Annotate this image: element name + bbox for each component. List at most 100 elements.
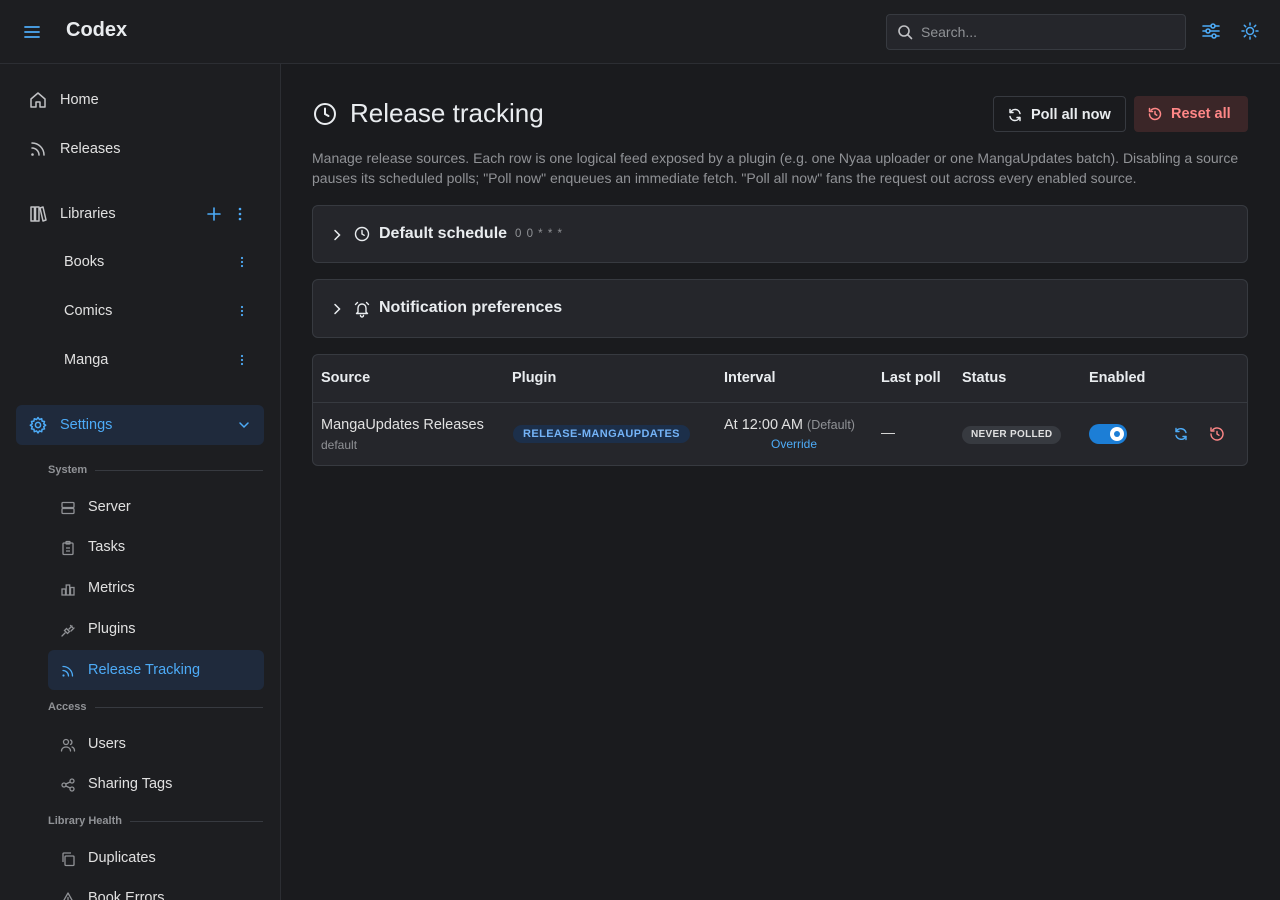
refresh-icon (1007, 107, 1023, 123)
nav-sharing-tags[interactable]: Sharing Tags (48, 764, 264, 804)
nav-server[interactable]: Server (48, 487, 264, 527)
interval-default: (Default) (807, 418, 855, 432)
notification-preferences-title: Notification preferences (379, 299, 563, 316)
search-icon (897, 24, 913, 40)
nav-settings[interactable]: Settings (16, 405, 264, 445)
default-schedule-cron: 0 0 * * * (515, 228, 563, 240)
plugin-badge: RELEASE-MANGAUPDATES (513, 425, 690, 443)
poll-all-label: Poll all now (1031, 107, 1111, 123)
divider (313, 402, 1247, 403)
toggle-knob (1110, 427, 1124, 441)
home-icon (28, 90, 48, 110)
copy-icon (60, 851, 76, 867)
nav-book-errors[interactable]: Book Errors (48, 878, 264, 900)
nav-sharing-tags-label: Sharing Tags (88, 776, 173, 792)
reset-all-label: Reset all (1171, 106, 1231, 122)
nav-book-errors-label: Book Errors (88, 890, 165, 900)
app-brand: Codex (66, 19, 128, 41)
nav-users[interactable]: Users (48, 724, 264, 764)
library-menu-icon[interactable] (234, 352, 250, 368)
menu-icon[interactable] (22, 22, 44, 42)
column-header-status: Status (962, 370, 1007, 386)
books-icon (28, 204, 48, 224)
history-icon (1147, 106, 1163, 122)
library-item-comics[interactable]: Comics (16, 291, 264, 331)
users-icon (60, 737, 76, 753)
main-content: Release tracking Poll all now Reset all … (281, 64, 1280, 900)
clock-icon (312, 101, 338, 127)
clock-icon (354, 226, 370, 242)
filters-icon[interactable] (1200, 20, 1224, 44)
interval-value: At 12:00 AM (Default) (724, 417, 855, 433)
rss-icon (60, 663, 76, 679)
section-label-system: System (48, 464, 88, 476)
poll-now-icon[interactable] (1172, 425, 1190, 443)
nav-metrics[interactable]: Metrics (48, 568, 264, 608)
default-schedule-panel[interactable]: Default schedule 0 0 * * * (312, 205, 1248, 263)
nav-plugins[interactable]: Plugins (48, 609, 264, 649)
nav-metrics-label: Metrics (88, 580, 135, 596)
default-schedule-title: Default schedule (379, 225, 508, 242)
section-label-access: Access (48, 701, 87, 713)
library-item-label: Manga (64, 352, 109, 368)
divider (130, 821, 263, 822)
library-menu-icon[interactable] (234, 254, 250, 270)
chevron-right-icon (331, 302, 343, 316)
nav-releases[interactable]: Releases (16, 129, 264, 169)
nav-users-label: Users (88, 736, 126, 752)
nav-settings-label: Settings (60, 417, 113, 433)
page-title: Release tracking (350, 98, 544, 128)
nav-home[interactable]: Home (16, 80, 264, 120)
nav-server-label: Server (88, 499, 131, 515)
library-item-manga[interactable]: Manga (16, 340, 264, 380)
server-icon (60, 500, 76, 516)
app-header: Codex (0, 0, 1280, 64)
add-library-icon[interactable] (206, 206, 222, 222)
alarm-bell-icon (354, 300, 370, 318)
chevron-right-icon (331, 228, 343, 242)
search-box[interactable] (886, 14, 1186, 50)
alert-triangle-icon (60, 891, 76, 900)
reset-all-button[interactable]: Reset all (1134, 96, 1248, 132)
libraries-menu-icon[interactable] (232, 206, 248, 222)
nav-release-tracking[interactable]: Release Tracking (48, 650, 264, 690)
nav-home-label: Home (60, 92, 99, 108)
column-header-last-poll: Last poll (881, 370, 941, 386)
nav-release-tracking-label: Release Tracking (88, 662, 201, 678)
sidebar: Home Releases Libraries Books Comics Man… (0, 64, 281, 900)
last-poll-value: — (881, 424, 895, 440)
plug-icon (60, 622, 76, 638)
sun-icon[interactable] (1239, 20, 1263, 44)
source-name: MangaUpdates Releases (321, 417, 484, 433)
nav-tasks-label: Tasks (88, 539, 126, 555)
reset-source-icon[interactable] (1208, 425, 1226, 443)
source-key: default (321, 438, 358, 452)
enabled-toggle[interactable] (1089, 424, 1127, 444)
nav-libraries[interactable]: Libraries (16, 194, 264, 234)
divider (95, 470, 263, 471)
library-item-label: Comics (64, 303, 113, 319)
column-header-plugin: Plugin (512, 370, 557, 386)
chevron-down-icon (238, 419, 250, 431)
nav-duplicates[interactable]: Duplicates (48, 838, 264, 878)
poll-all-button[interactable]: Poll all now (993, 96, 1126, 132)
section-label-library-health: Library Health (48, 815, 122, 827)
nav-libraries-label: Libraries (60, 206, 116, 222)
search-input[interactable] (921, 15, 1181, 49)
chart-bar-icon (60, 581, 76, 597)
sources-table: Source Plugin Interval Last poll Status … (312, 354, 1248, 466)
library-menu-icon[interactable] (234, 303, 250, 319)
override-link[interactable]: Override (771, 437, 817, 451)
nav-releases-label: Releases (60, 141, 121, 157)
page-description: Manage release sources. Each row is one … (312, 150, 1239, 186)
library-item-label: Books (64, 254, 105, 270)
interval-text: At 12:00 AM (724, 417, 803, 433)
library-item-books[interactable]: Books (16, 242, 264, 282)
nav-plugins-label: Plugins (88, 621, 136, 637)
status-badge: NEVER POLLED (962, 426, 1062, 444)
gear-icon (28, 415, 48, 435)
column-header-enabled: Enabled (1089, 370, 1146, 386)
notification-preferences-panel[interactable]: Notification preferences (312, 279, 1248, 338)
rss-icon (28, 139, 48, 159)
nav-tasks[interactable]: Tasks (48, 527, 264, 567)
